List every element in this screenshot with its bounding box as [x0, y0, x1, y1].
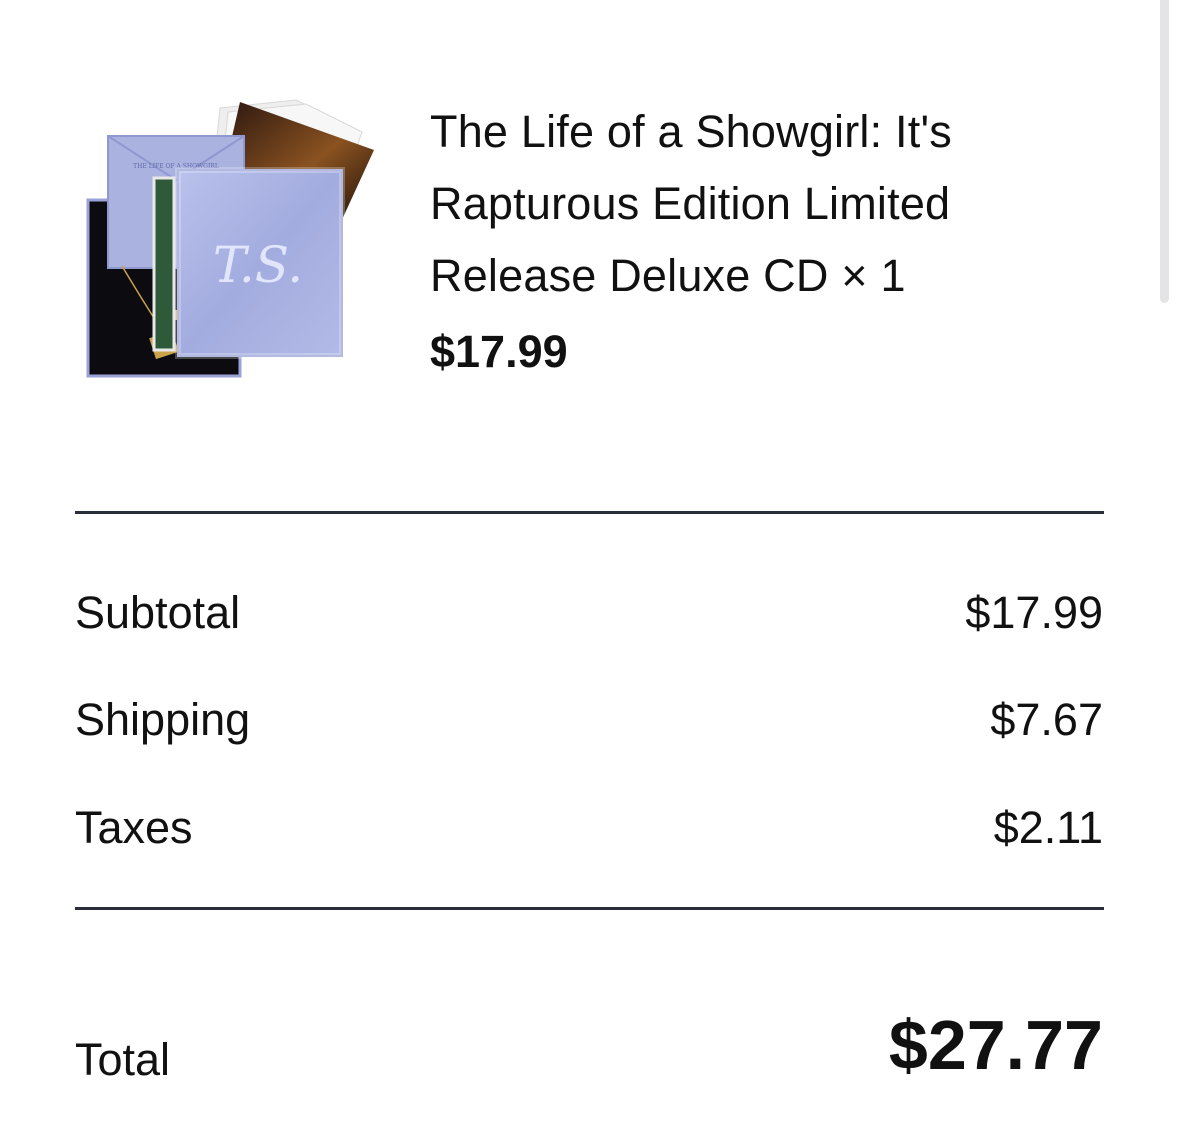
divider	[75, 511, 1104, 514]
product-image: THE LIFE OF A SHOWGIRL T.S.	[82, 96, 378, 381]
total-value: $27.77	[888, 1006, 1103, 1084]
subtotal-label: Subtotal	[75, 587, 241, 638]
ts-monogram: T.S.	[213, 236, 303, 294]
taxes-value: $2.11	[993, 802, 1103, 853]
product-title-line: The Life of a Showgirl: It's	[430, 106, 952, 157]
shipping-row: Shipping $7.67	[75, 690, 1103, 750]
inner-spine	[152, 176, 176, 352]
taxes-row: Taxes $2.11	[75, 798, 1103, 858]
taxes-label: Taxes	[75, 802, 193, 853]
product-title-line: Rapturous Edition Limited	[430, 178, 951, 229]
shipping-label: Shipping	[75, 694, 251, 745]
shipping-value: $7.67	[990, 694, 1103, 745]
subtotal-row: Subtotal $17.99	[75, 583, 1103, 643]
total-label: Total	[75, 1034, 171, 1085]
product-price: $17.99	[430, 326, 568, 377]
divider	[75, 907, 1104, 910]
product-title-line: Release Deluxe CD × 1	[430, 250, 906, 301]
scrollbar[interactable]	[1160, 0, 1169, 303]
subtotal-value: $17.99	[965, 587, 1103, 638]
total-row: Total $27.77	[75, 1000, 1103, 1090]
product-title: The Life of a Showgirl: It's Rapturous E…	[430, 96, 1070, 312]
ts-box: T.S.	[175, 167, 345, 359]
product-info: The Life of a Showgirl: It's Rapturous E…	[430, 96, 1070, 380]
